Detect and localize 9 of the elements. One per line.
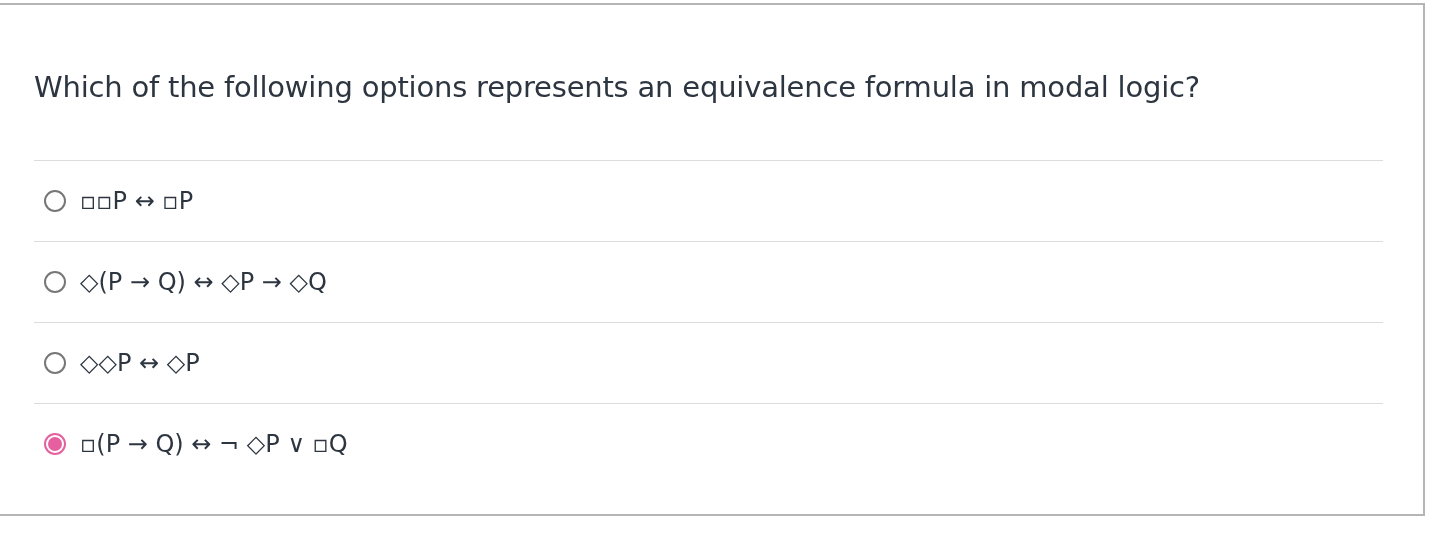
option-label[interactable]: ◇(P → Q) ↔ ◇P → ◇Q <box>80 268 327 296</box>
radio-button[interactable] <box>44 352 66 374</box>
question-text: Which of the following options represents an equivalence formula in modal logic? <box>34 69 1201 106</box>
option-label[interactable]: ▫(P → Q) ↔ ¬ ◇P ∨ ▫Q <box>80 430 348 458</box>
radio-button[interactable] <box>44 271 66 293</box>
radio-button[interactable] <box>44 190 66 212</box>
option-label[interactable]: ◇◇P ↔ ◇P <box>80 349 200 377</box>
radio-button[interactable] <box>44 433 66 455</box>
option-label[interactable]: ▫▫P ↔ ▫P <box>80 187 194 215</box>
